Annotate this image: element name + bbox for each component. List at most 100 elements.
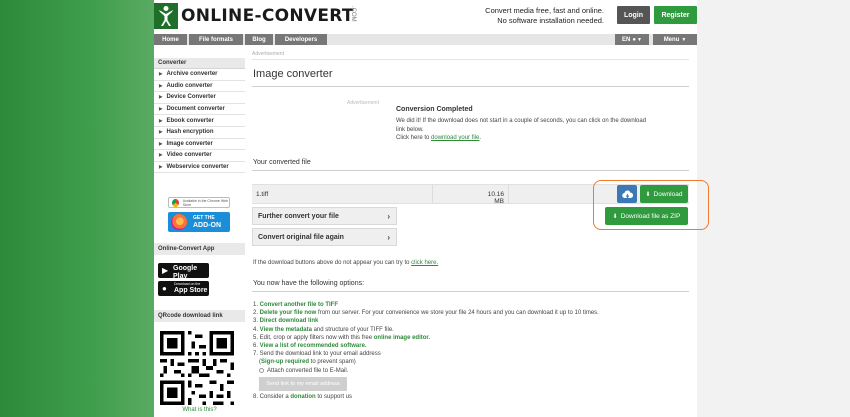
divider [252, 170, 689, 171]
header-tagline: Convert media free, fast and online. No … [454, 6, 604, 26]
nav-developers[interactable]: Developers [275, 34, 327, 45]
language-selector[interactable]: EN ● ▼ [615, 34, 649, 45]
addon-line-2: ADD-ON [193, 222, 221, 229]
fallback-click-here-link[interactable]: click here. [411, 260, 438, 266]
file-size: 10.16 MB [487, 191, 504, 205]
option-7: 7. Send the download link to your email … [253, 351, 381, 358]
send-link-row: Send link to my email address [253, 375, 683, 393]
login-button[interactable]: Login [617, 6, 650, 24]
option-5: 5. Edit, crop or apply filters now with … [253, 334, 431, 341]
triangle-icon: ▶ [159, 129, 163, 135]
menu-button[interactable]: Menu ▼ [653, 34, 697, 45]
register-button[interactable]: Register [654, 6, 697, 24]
sidebar-item-document[interactable]: ▶ Document converter [154, 104, 245, 116]
donation-link[interactable]: donation [290, 394, 315, 400]
google-play-badge[interactable]: ▶ GET IT ON Google Play [158, 260, 209, 280]
page-background-right [697, 0, 850, 417]
chevron-down-icon: ▼ [637, 36, 642, 43]
option-8-text: Consider a [259, 393, 289, 400]
option-8-rest: to support us [317, 393, 353, 400]
options-list: 1. Convert another file to TIFF 2. Delet… [253, 301, 683, 401]
convert-original-button[interactable]: Convert original file again › [252, 228, 397, 246]
send-link-button[interactable]: Send link to my email address [259, 376, 347, 391]
option-7-text: Send the download link to your email add… [259, 351, 381, 358]
tagline-line-1: Convert media free, fast and online. [485, 6, 604, 15]
attach-label: Attach converted file to E-Mail. [267, 367, 349, 374]
main-nav: Home File formats Blog Developers EN ● ▼… [154, 34, 697, 45]
addon-line-1: GET THE [193, 215, 215, 221]
sidebar-item-archive[interactable]: ▶ Archive converter [154, 69, 245, 81]
sidebar-item-hash[interactable]: ▶ Hash encryption [154, 127, 245, 139]
chrome-web-store-badge[interactable]: Available in the Chrome Web Store [168, 197, 230, 208]
logo-suffix: .COM [350, 6, 356, 22]
sidebar-heading: Converter [154, 58, 245, 69]
column-divider [508, 185, 509, 203]
chevron-right-icon: › [387, 232, 390, 242]
recommended-software-link[interactable]: View a list of recommended software. [260, 343, 367, 349]
app-store-badge[interactable]: ● Download on the App Store [158, 281, 209, 296]
option-4-text: and structure of your TIFF file. [313, 326, 394, 333]
site-logo[interactable]: ONLINE-CONVERT [154, 3, 354, 29]
signup-note-text: to prevent spam) [310, 359, 356, 366]
sidebar: Converter ▶ Archive converter ▶ Audio conv… [154, 58, 245, 174]
sidebar-item-ebook[interactable]: ▶ Ebook converter [154, 115, 245, 127]
sidebar-item-video[interactable]: ▶ Video converter [154, 150, 245, 162]
option-8: 8. Consider a donation to support us [253, 393, 353, 400]
option-5-text: Edit, crop or apply filters now with thi… [259, 334, 373, 341]
download-zip-label: Download file as ZIP [620, 212, 681, 220]
image-editor-link[interactable]: online image editor. [374, 335, 430, 341]
nav-file-formats[interactable]: File formats [189, 34, 243, 45]
click-here-text: Click here to [396, 135, 430, 141]
download-hint: Click here to download your file. [396, 135, 482, 141]
advertisement-label: Advertisement [252, 51, 284, 57]
signup-link[interactable]: Sign-up required [261, 359, 309, 365]
option-3: 3. Direct download link [253, 318, 319, 325]
sidebar-item-webservice[interactable]: ▶ Webservice converter [154, 162, 245, 174]
nav-blog[interactable]: Blog [245, 34, 273, 45]
option-2: 2. Delete your file now from our server.… [253, 310, 599, 317]
download-label: Download [653, 190, 683, 198]
fallback-text: If the download buttons above do not app… [253, 260, 438, 266]
delete-file-link[interactable]: Delete your file now [260, 310, 317, 316]
triangle-icon: ▶ [159, 71, 163, 77]
sidebar-item-device[interactable]: ▶ Device Converter [154, 92, 245, 104]
download-icon: ⬇ [612, 213, 618, 220]
sidebar-item-label: Webservice converter [166, 164, 229, 171]
google-play-label: Google Play [173, 265, 198, 280]
attach-checkbox[interactable] [259, 367, 264, 373]
sidebar-item-image[interactable]: ▶ Image converter [154, 139, 245, 151]
apple-icon: ● [162, 284, 167, 293]
convert-another-link[interactable]: Convert another file to TIFF [260, 302, 338, 308]
logo-figure-icon [154, 3, 178, 29]
direct-download-link[interactable]: Direct download link [260, 318, 319, 324]
further-convert-label: Further convert your file [258, 212, 339, 220]
qr-what-is-this-link[interactable]: What is this? [154, 407, 245, 413]
nav-home[interactable]: Home [154, 34, 187, 45]
option-6: 6. View a list of recommended software. [253, 343, 367, 350]
file-name: 1.tiff [256, 191, 269, 198]
divider [252, 59, 689, 60]
triangle-icon: ▶ [159, 164, 163, 170]
column-divider [432, 185, 433, 203]
play-store-icon: ▶ [162, 266, 169, 275]
download-button[interactable]: ⬇ Download [640, 185, 688, 203]
option-1: 1. Convert another file to TIFF [253, 302, 339, 308]
conversion-title: Conversion Completed [396, 106, 473, 113]
sidebar-item-audio[interactable]: ▶ Audio converter [154, 81, 245, 93]
get-addon-button[interactable]: GET THE ADD-ON [168, 212, 230, 232]
option-4: 4. View the metadata and structure of yo… [253, 326, 394, 333]
app-heading: Online-Convert App [154, 243, 245, 255]
download-zip-button[interactable]: ⬇ Download file as ZIP [605, 207, 688, 225]
triangle-icon: ▶ [159, 140, 163, 146]
triangle-icon: ▶ [159, 106, 163, 112]
sidebar-item-label: Archive converter [166, 71, 218, 78]
view-metadata-link[interactable]: View the metadata [260, 327, 312, 333]
further-convert-button[interactable]: Further convert your file › [252, 207, 397, 225]
qr-heading: QRcode download link [154, 310, 245, 322]
sidebar-item-label: Video converter [166, 152, 212, 159]
download-your-file-link[interactable]: download your file [431, 135, 479, 141]
cloud-upload-button[interactable] [617, 185, 637, 203]
advertisement-label: Advertisement [347, 100, 379, 106]
menu-label: Menu [663, 36, 680, 43]
divider [252, 86, 689, 87]
